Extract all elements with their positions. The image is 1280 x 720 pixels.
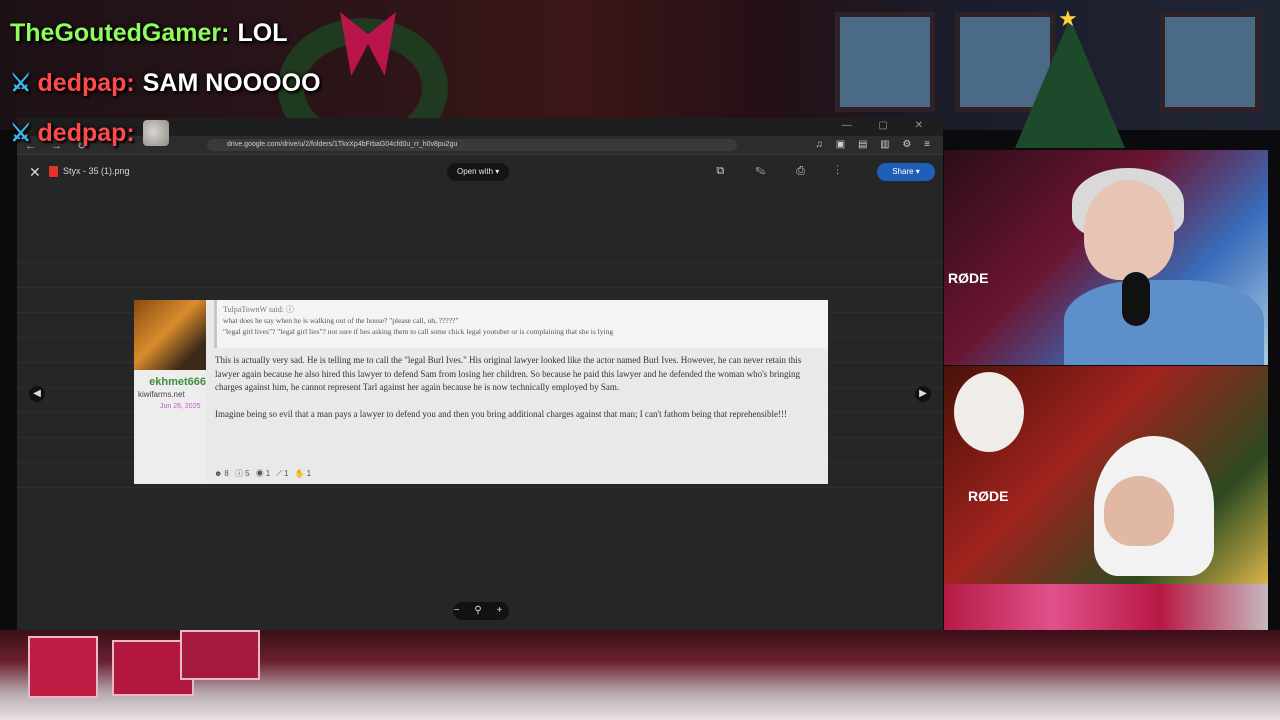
webcam-top: RØDE: [944, 150, 1268, 365]
viewer-actions[interactable]: ⧉ ✎ ⎙ ⋮: [716, 165, 853, 178]
chat-message: ⚔ dedpap: SAM NOOOOO: [10, 58, 321, 108]
share-button[interactable]: Share ▾: [877, 163, 935, 181]
mic-brand-label: RØDE: [968, 488, 1009, 504]
image-file-icon: [49, 166, 58, 177]
next-arrow-icon[interactable]: ▶: [915, 386, 931, 402]
microphone: [1122, 272, 1150, 326]
viewer-toolbar: ✕ Styx - 35 (1).png Open with ▾ ⧉ ✎ ⎙ ⋮ …: [17, 155, 943, 189]
mic-brand-label: RØDE: [948, 270, 989, 286]
quote-line: "legal girl lives"? "legal girl lies"? n…: [223, 327, 614, 336]
person-face: [1104, 476, 1174, 546]
person-body: [1064, 280, 1264, 365]
post-site: kiwifarms.net: [138, 390, 185, 399]
post-paragraph: Imagine being so evil that a man pays a …: [215, 408, 788, 419]
list-item: [17, 238, 943, 263]
person-head: [1084, 180, 1174, 280]
santa-figure: [954, 372, 1024, 452]
chat-emote: [142, 120, 169, 146]
file-name: Styx - 35 (1).png: [63, 166, 130, 176]
gift-box: [180, 630, 260, 680]
chat-overlay: TheGoutedGamer: LOL ⚔ dedpap: SAM NOOOOO…: [10, 8, 321, 158]
window-pane: [835, 12, 935, 112]
post-paragraph: This is actually very sad. He is telling…: [215, 355, 802, 392]
window-pane: [1160, 12, 1260, 112]
chat-text: SAM NOOOOO: [142, 68, 321, 97]
chat-username: TheGoutedGamer:: [10, 18, 230, 47]
quote-line: what does he say when he is walking out …: [223, 316, 459, 325]
previous-arrow-icon[interactable]: ◀: [29, 386, 45, 402]
post-body: This is actually very sad. He is telling…: [215, 354, 818, 434]
chat-username: dedpap:: [37, 118, 135, 147]
list-item: [17, 263, 943, 288]
extension-icons[interactable]: ♫ ▣ ▤ ▥ ⚙ ≡: [815, 139, 935, 150]
post-joined-date: Jun 26, 2025: [160, 403, 201, 410]
window-controls[interactable]: — ▢ ✕: [842, 120, 935, 131]
sword-icon: ⚔: [10, 119, 32, 147]
avatar: [134, 300, 206, 370]
webcam-bottom: RØDE: [944, 366, 1268, 584]
zoom-controls[interactable]: − ⚲ +: [453, 602, 509, 620]
sword-icon: ⚔: [10, 69, 32, 97]
star-icon: ★: [1058, 6, 1078, 31]
chat-username: dedpap:: [37, 68, 135, 97]
close-icon[interactable]: ✕: [29, 164, 41, 181]
forum-post-image: ekhmet666 kiwifarms.net Jun 26, 2025 Tul…: [134, 300, 828, 484]
quote-author: TulpaTownW said: ⓘ: [223, 305, 294, 314]
chat-text: LOL: [237, 18, 288, 47]
open-with-button[interactable]: Open with ▾: [447, 163, 510, 181]
gift-decoration-strip: [944, 584, 1268, 630]
post-author-panel: ekhmet666 kiwifarms.net Jun 26, 2025: [134, 300, 206, 484]
chat-message: TheGoutedGamer: LOL: [10, 8, 321, 58]
quote-block: TulpaTownW said: ⓘ what does he say when…: [214, 300, 828, 348]
post-username: ekhmet666: [149, 376, 206, 388]
reaction-bar: ☻8 ⓘ5 ◉1 ⟋1 ✋1: [214, 469, 314, 478]
gift-box: [28, 636, 98, 698]
chat-message: ⚔ dedpap:: [10, 108, 321, 158]
